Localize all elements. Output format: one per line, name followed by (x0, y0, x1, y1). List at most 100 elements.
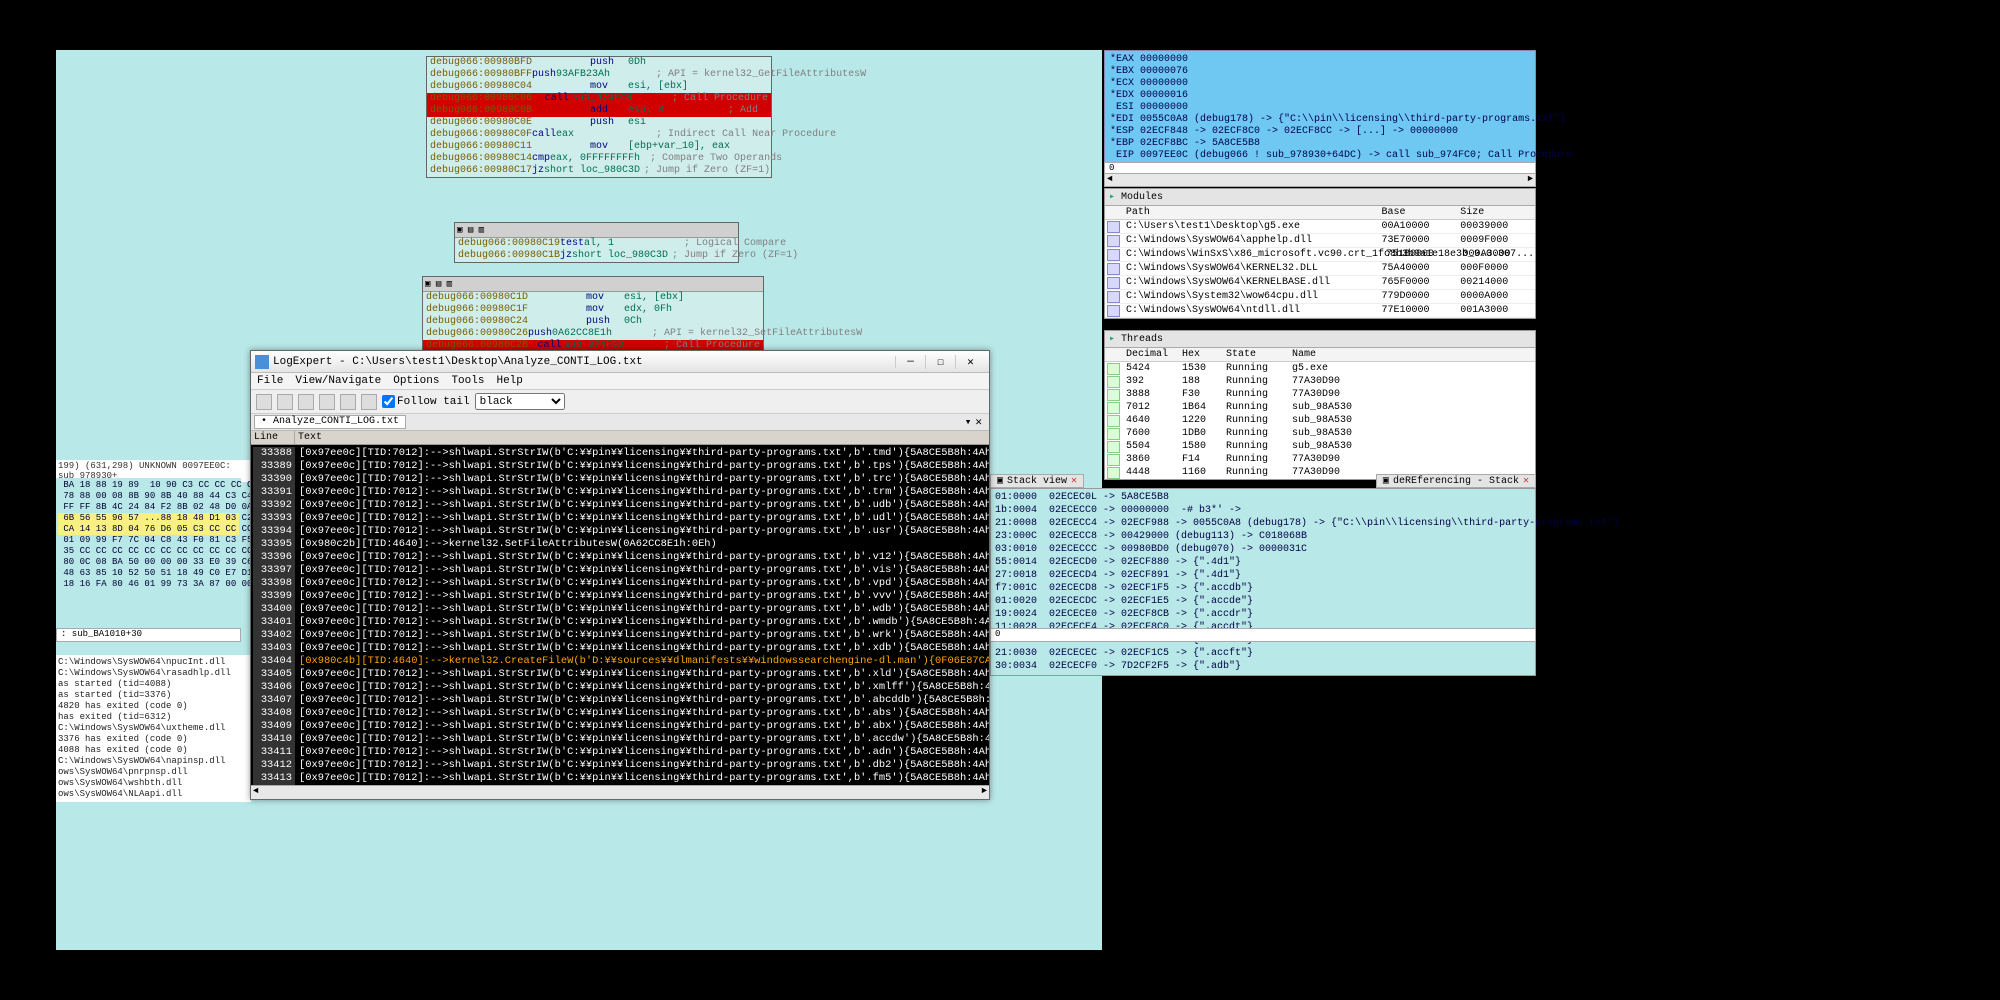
col-size[interactable]: Size (1456, 207, 1535, 218)
toolbar-btn-4[interactable] (319, 394, 335, 410)
stack-row[interactable]: 01:0020 02ECECDC -> 02ECF1E5 -> {".accde… (995, 595, 1531, 608)
hex-row[interactable]: 35 CC CC CC CC CC CC CC CC CC CC CC CC (58, 546, 239, 557)
thread-row[interactable]: 70121B64Runningsub_98A530 (1105, 401, 1535, 414)
close-button[interactable]: ✕ (955, 355, 985, 369)
module-row[interactable]: C:\Windows\WinSxS\x86_microsoft.vc90.crt… (1105, 248, 1535, 262)
thread-row[interactable]: 3888F30Running77A30D90 (1105, 388, 1535, 401)
hex-row[interactable]: 80 0C 08 BA 50 00 00 00 33 E0 39 C6 24 (58, 557, 239, 568)
col-base[interactable]: Base (1377, 207, 1456, 218)
stack-row[interactable]: 55:0014 02ECECD0 -> 02ECF880 -> {".4d1"} (995, 556, 1531, 569)
log-row[interactable]: 33409[0x97ee0c][TID:7012]:-->shlwapi.Str… (253, 720, 989, 733)
stack-row[interactable]: 21:0030 02ECECEC -> 02ECF1C5 -> {".accft… (995, 647, 1531, 660)
module-row[interactable]: C:\Windows\SysWOW64\ntdll.dll77E10000001… (1105, 304, 1535, 318)
log-row[interactable]: 33399[0x97ee0c][TID:7012]:-->shlwapi.Str… (253, 590, 989, 603)
col-path[interactable]: Path (1122, 207, 1378, 218)
disasm-row[interactable]: debug066:00980C0Epushesi (427, 117, 771, 129)
thread-row[interactable]: 392188Running77A30D90 (1105, 375, 1535, 388)
module-row[interactable]: C:\Windows\SysWOW64\KERNELBASE.dll765F00… (1105, 276, 1535, 290)
disasm-row[interactable]: debug066:00980C0Baddesp, 8; Add (427, 105, 771, 117)
stack-panel[interactable]: 01:0000 02ECEC0L -> 5A8CE5B81b:0004 02EC… (990, 488, 1536, 676)
log-row[interactable]: 33393[0x97ee0c][TID:7012]:-->shlwapi.Str… (253, 512, 989, 525)
register-row[interactable]: *EAX 00000000 (1110, 54, 1530, 66)
thread-row[interactable]: 54241530Runningg5.exe (1105, 362, 1535, 375)
log-row[interactable]: 33400[0x97ee0c][TID:7012]:-->shlwapi.Str… (253, 603, 989, 616)
register-row[interactable]: ESI 00000000 (1110, 102, 1530, 114)
log-row[interactable]: 33411[0x97ee0c][TID:7012]:-->shlwapi.Str… (253, 746, 989, 759)
log-row[interactable]: 33392[0x97ee0c][TID:7012]:-->shlwapi.Str… (253, 499, 989, 512)
disasm-row[interactable]: debug066:00980C11mov[ebp+var_10], eax (427, 141, 771, 153)
log-row[interactable]: 33398[0x97ee0c][TID:7012]:-->shlwapi.Str… (253, 577, 989, 590)
log-row[interactable]: 33391[0x97ee0c][TID:7012]:-->shlwapi.Str… (253, 486, 989, 499)
hex-row[interactable]: BA 18 88 19 89 10 90 C3 CC CC CC CC CC (58, 480, 239, 491)
log-row[interactable]: 33407[0x97ee0c][TID:7012]:-->shlwapi.Str… (253, 694, 989, 707)
hex-dump[interactable]: BA 18 88 19 89 10 90 C3 CC CC CC CC CC 7… (56, 478, 241, 592)
tab-scroll-down-icon[interactable]: ▾ (965, 415, 972, 429)
disasm-row[interactable]: debug066:00980C1Bjzshort loc_980C3D; Jum… (455, 250, 738, 262)
tab-stack-view[interactable]: ▣ Stack view ✕ (990, 474, 1084, 488)
hex-row[interactable]: CA 14 13 8D 04 76 D6 05 C3 CC CC CC CC (58, 524, 239, 535)
output-log[interactable]: C:\Windows\SysWOW64\npucInt.dllC:\Window… (56, 655, 251, 802)
log-row[interactable]: 33406[0x97ee0c][TID:7012]:-->shlwapi.Str… (253, 681, 989, 694)
log-row[interactable]: 33401[0x97ee0c][TID:7012]:-->shlwapi.Str… (253, 616, 989, 629)
registers-panel[interactable]: *EAX 00000000*EBX 00000076*ECX 00000000*… (1104, 50, 1536, 178)
menu-tools[interactable]: Tools (451, 375, 484, 387)
disasm-row[interactable]: debug066:00980C04movesi, [ebx] (427, 81, 771, 93)
stack-row[interactable]: 03:0010 02ECECCC -> 00980BD0 (debug070) … (995, 543, 1531, 556)
col-decimal[interactable]: Decimal (1122, 349, 1178, 360)
stack-row[interactable]: f7:001C 02ECECD8 -> 02ECF1F5 -> {".accdb… (995, 582, 1531, 595)
register-row[interactable]: *EBX 00000076 (1110, 66, 1530, 78)
toolbar-btn-3[interactable] (298, 394, 314, 410)
disasm-row[interactable]: debug066:00980C1Fmovedx, 0Fh (423, 304, 763, 316)
stack-row[interactable]: 27:0018 02ECECD4 -> 02ECF891 -> {".4d1"} (995, 569, 1531, 582)
disasm-row[interactable]: debug066:00980C19testal, 1; Logical Comp… (455, 238, 738, 250)
file-tab[interactable]: • Analyze_CONTI_LOG.txt (254, 415, 406, 429)
stack-row[interactable]: 1b:0004 02ECECC0 -> 00000000 -# b3*' -> (995, 504, 1531, 517)
thread-row[interactable]: 3860F14Running77A30D90 (1105, 453, 1535, 466)
close-icon[interactable]: ✕ (1071, 475, 1077, 487)
toolbar-btn-5[interactable] (340, 394, 356, 410)
log-row[interactable]: 33403[0x97ee0c][TID:7012]:-->shlwapi.Str… (253, 642, 989, 655)
register-row[interactable]: *EDX 00000016 (1110, 90, 1530, 102)
disasm-row[interactable]: debug066:00980BFDpush0Dh (427, 57, 771, 69)
stack-row[interactable]: 19:0024 02ECECE0 -> 02ECF8CB -> {".accdr… (995, 608, 1531, 621)
col-name[interactable]: Name (1288, 349, 1535, 360)
menu-file[interactable]: File (257, 375, 283, 387)
log-row[interactable]: 33412[0x97ee0c][TID:7012]:-->shlwapi.Str… (253, 759, 989, 772)
disasm-row[interactable]: debug066:00980C17jzshort loc_980C3D; Jum… (427, 165, 771, 177)
log-row[interactable]: 33402[0x97ee0c][TID:7012]:-->shlwapi.Str… (253, 629, 989, 642)
toolbar-btn-2[interactable] (277, 394, 293, 410)
disasm-row[interactable]: debug066:00980C0Fcalleax; Indirect Call … (427, 129, 771, 141)
col-hex[interactable]: Hex (1178, 349, 1222, 360)
disasm-block-1[interactable]: debug066:00980BFDpush0Dhdebug066:00980BF… (426, 56, 772, 178)
log-row[interactable]: 33394[0x97ee0c][TID:7012]:-->shlwapi.Str… (253, 525, 989, 538)
logexpert-titlebar[interactable]: LogExpert - C:\Users\test1\Desktop\Analy… (251, 351, 989, 373)
reg-h-scrollbar[interactable] (1104, 173, 1536, 187)
hex-row[interactable]: 18 16 FA 80 46 01 99 73 3A 87 00 00 C0 (58, 579, 239, 590)
stack-row[interactable]: 30:0034 02ECECF0 -> 7D2CF2F5 -> {".adb"} (995, 660, 1531, 673)
close-icon[interactable]: ✕ (1523, 475, 1529, 487)
col-line[interactable]: Line (251, 431, 295, 444)
encoding-select[interactable]: black (475, 393, 565, 410)
log-row[interactable]: 33408[0x97ee0c][TID:7012]:-->shlwapi.Str… (253, 707, 989, 720)
tab-close-icon[interactable]: ✕ (971, 415, 986, 429)
maximize-button[interactable]: ☐ (925, 355, 955, 369)
stack-row[interactable]: 23:000C 02ECECC8 -> 00429000 (debug113) … (995, 530, 1531, 543)
log-row[interactable]: 33413[0x97ee0c][TID:7012]:-->shlwapi.Str… (253, 772, 989, 785)
hex-row[interactable]: 6B 56 55 96 57 ...88 18 48 D1 03 C2 99 (58, 513, 239, 524)
disasm-row[interactable]: debug066:00980C24push0Ch (423, 316, 763, 328)
log-body[interactable]: 33388[0x97ee0c][TID:7012]:-->shlwapi.Str… (251, 445, 989, 785)
hex-row[interactable]: FF FF 8B 4C 24 84 F2 8B 02 48 D0 0A EC (58, 502, 239, 513)
menu-help[interactable]: Help (496, 375, 522, 387)
thread-row[interactable]: 76001DB0Runningsub_98A530 (1105, 427, 1535, 440)
disasm-row[interactable]: debug066:00980C26push0A62CC8E1h; API = k… (423, 328, 763, 340)
stack-row[interactable]: 01:0000 02ECEC0L -> 5A8CE5B8 (995, 491, 1531, 504)
disasm-row[interactable]: debug066:00980BFFpush93AFB23Ah; API = ke… (427, 69, 771, 81)
minimize-button[interactable]: — (895, 356, 925, 368)
menu-viewnavigate[interactable]: View/Navigate (295, 375, 381, 387)
log-row[interactable]: 33390[0x97ee0c][TID:7012]:-->shlwapi.Str… (253, 473, 989, 486)
hex-row[interactable]: 78 88 00 08 8B 90 8B 40 88 44 C3 C4 80 (58, 491, 239, 502)
log-row[interactable]: 33410[0x97ee0c][TID:7012]:-->shlwapi.Str… (253, 733, 989, 746)
menu-options[interactable]: Options (393, 375, 439, 387)
hex-row[interactable]: 01 09 99 F7 7C 04 C8 43 F0 81 C3 F5 FF (58, 535, 239, 546)
col-state[interactable]: State (1222, 349, 1288, 360)
